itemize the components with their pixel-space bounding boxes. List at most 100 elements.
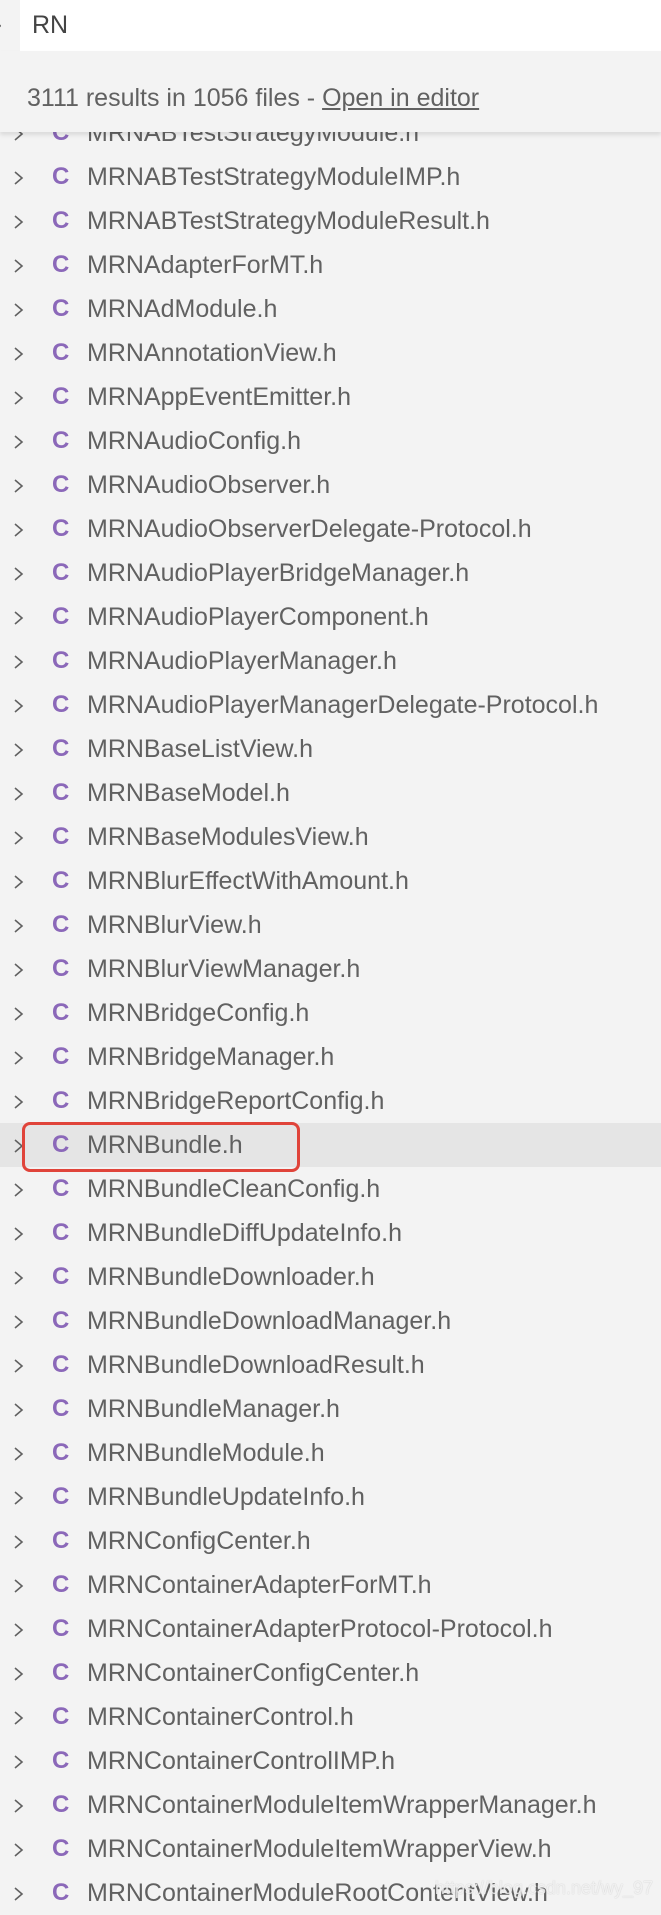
file-name: MRNBaseListView.h [87,735,314,763]
file-name: MRNAudioPlayerBridgeManager.h [87,559,470,587]
search-input[interactable] [20,0,632,51]
file-result-row[interactable]: C MRNContainerControl.h [0,1695,661,1739]
file-result-row[interactable]: C MRNContainerAdapterForMT.h [0,1563,661,1607]
chevron-right-icon[interactable] [13,1079,29,1123]
chevron-right-icon[interactable] [13,1519,29,1563]
file-result-row[interactable]: C MRNConfigCenter.h [0,1519,661,1563]
file-result-row[interactable]: C MRNAudioPlayerManagerDelegate-Protocol.… [0,683,661,727]
file-name: MRNAudioPlayerManager.h [87,647,397,675]
chevron-right-icon[interactable] [13,1695,29,1739]
chevron-right-icon[interactable] [13,903,29,947]
file-result-row[interactable]: C MRNBundleDiffUpdateInfo.h [0,1211,661,1255]
file-result-row[interactable]: C MRNAudioPlayerManager.h [0,639,661,683]
c-header-file-icon: C [52,295,70,322]
chevron-right-icon[interactable] [13,815,29,859]
file-result-row[interactable]: C MRNBaseModel.h [0,771,661,815]
chevron-right-icon[interactable] [13,331,29,375]
file-name: MRNAudioObserverDelegate-Protocol.h [87,515,532,543]
file-result-row[interactable]: C MRNBundleCleanConfig.h [0,1167,661,1211]
c-header-file-icon: C [52,339,70,366]
chevron-right-icon[interactable] [13,419,29,463]
chevron-right-icon[interactable] [13,771,29,815]
chevron-right-icon[interactable] [13,463,29,507]
file-name: MRNBaseModulesView.h [87,823,369,851]
file-result-row[interactable]: C MRNBundleDownloader.h [0,1255,661,1299]
chevron-right-icon[interactable] [13,1343,29,1387]
file-result-row[interactable]: C MRNBundleModule.h [0,1431,661,1475]
c-header-file-icon: C [52,1307,70,1334]
file-name: MRNBaseModel.h [87,779,290,807]
chevron-right-icon[interactable] [13,1739,29,1783]
chevron-right-icon[interactable] [13,1035,29,1079]
chevron-right-icon[interactable] [13,287,29,331]
file-name: MRNBundleModule.h [87,1439,325,1467]
file-result-row[interactable]: C MRNContainerModuleItemWrapperManager.h [0,1783,661,1827]
chevron-right-icon[interactable] [13,551,29,595]
chevron-right-icon[interactable] [13,1827,29,1871]
chevron-right-icon[interactable] [13,1563,29,1607]
file-result-row[interactable]: C MRNAppEventEmitter.h [0,375,661,419]
file-result-row[interactable]: C MRNABTestStrategyModuleResult.h [0,199,661,243]
file-result-row[interactable]: C MRNBlurEffectWithAmount.h [0,859,661,903]
chevron-right-icon[interactable] [13,683,29,727]
file-name: MRNBundleManager.h [87,1395,340,1423]
chevron-right-icon[interactable] [13,727,29,771]
file-name: MRNAppEventEmitter.h [87,383,351,411]
file-result-row[interactable]: C MRNBridgeManager.h [0,1035,661,1079]
chevron-right-icon[interactable] [13,1783,29,1827]
results-count-text: 3111 results in 1056 files - [27,84,323,112]
file-result-row[interactable]: C MRNBridgeConfig.h [0,991,661,1035]
file-result-row[interactable]: C MRNAdapterForMT.h [0,243,661,287]
file-result-row[interactable]: C MRNAdModule.h [0,287,661,331]
file-result-row[interactable]: C MRNAudioObserverDelegate-Protocol.h [0,507,661,551]
chevron-right-icon[interactable] [13,1431,29,1475]
chevron-right-icon[interactable] [13,1387,29,1431]
file-name: MRNContainerControl.h [87,1703,354,1731]
chevron-right-icon[interactable] [13,507,29,551]
chevron-right-icon[interactable] [13,1255,29,1299]
file-result-row[interactable]: C MRNAudioPlayerComponent.h [0,595,661,639]
chevron-right-icon[interactable] [13,595,29,639]
chevron-right-icon[interactable] [13,1167,29,1211]
search-box[interactable] [20,0,661,51]
file-result-row[interactable]: C MRNABTestStrategyModuleIMP.h [0,155,661,199]
collapse-chevron-icon[interactable]: › [0,10,14,40]
chevron-right-icon[interactable] [13,991,29,1035]
chevron-right-icon[interactable] [13,1607,29,1651]
c-header-file-icon: C [52,823,70,850]
file-result-row[interactable]: C MRNAudioPlayerBridgeManager.h [0,551,661,595]
chevron-right-icon[interactable] [13,199,29,243]
chevron-right-icon[interactable] [13,1475,29,1519]
file-name: MRNAudioPlayerComponent.h [87,603,429,631]
file-result-row[interactable]: C MRNAudioConfig.h [0,419,661,463]
chevron-right-icon[interactable] [13,947,29,991]
file-result-row[interactable]: C MRNBundleDownloadResult.h [0,1343,661,1387]
file-result-row[interactable]: C MRNBundleUpdateInfo.h [0,1475,661,1519]
file-result-row[interactable]: C MRNBlurViewManager.h [0,947,661,991]
file-result-row[interactable]: C MRNBaseModulesView.h [0,815,661,859]
c-header-file-icon: C [52,383,70,410]
chevron-right-icon[interactable] [13,155,29,199]
file-result-row[interactable]: C MRNBridgeReportConfig.h [0,1079,661,1123]
file-name: MRNAdModule.h [87,295,278,323]
chevron-right-icon[interactable] [13,243,29,287]
results-summary: 3111 results in 1056 files - Open in edi… [0,51,661,132]
file-result-row[interactable]: C MRNBlurView.h [0,903,661,947]
file-result-row[interactable]: C MRNAudioObserver.h [0,463,661,507]
file-result-row[interactable]: C MRNContainerConfigCenter.h [0,1651,661,1695]
chevron-right-icon[interactable] [13,1871,29,1915]
file-result-row[interactable]: C MRNContainerModuleItemWrapperView.h [0,1827,661,1871]
file-result-row[interactable]: C MRNContainerAdapterProtocol-Protocol.h [0,1607,661,1651]
chevron-right-icon[interactable] [13,639,29,683]
file-result-row[interactable]: C MRNBaseListView.h [0,727,661,771]
file-result-row[interactable]: C MRNContainerControlIMP.h [0,1739,661,1783]
file-result-row[interactable]: C MRNBundleDownloadManager.h [0,1299,661,1343]
chevron-right-icon[interactable] [13,1651,29,1695]
chevron-right-icon[interactable] [13,375,29,419]
chevron-right-icon[interactable] [13,1211,29,1255]
file-result-row[interactable]: C MRNBundleManager.h [0,1387,661,1431]
chevron-right-icon[interactable] [13,859,29,903]
open-in-editor-link[interactable]: Open in editor [322,84,479,112]
chevron-right-icon[interactable] [13,1299,29,1343]
file-result-row[interactable]: C MRNAnnotationView.h [0,331,661,375]
